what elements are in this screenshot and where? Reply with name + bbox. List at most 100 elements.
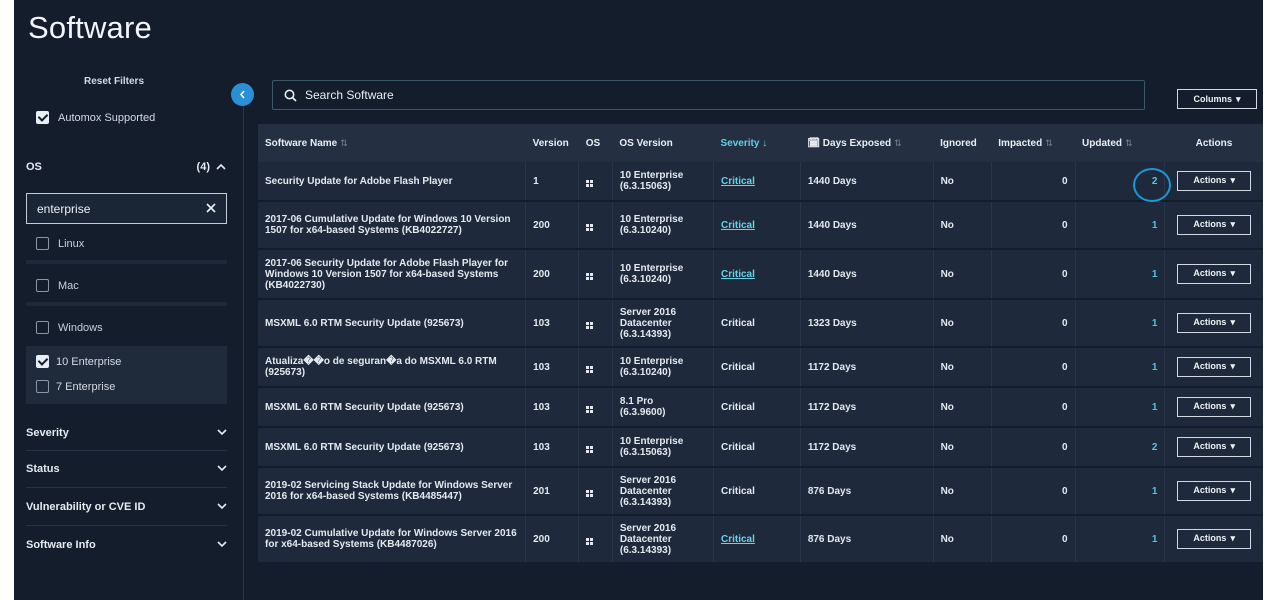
col-header-os-version[interactable]: OS Version <box>612 124 714 162</box>
filter-severity[interactable]: Severity <box>26 427 227 439</box>
actions-cell: Actions ▾ <box>1164 467 1263 516</box>
days-exposed-cell: 1172 Days <box>800 387 934 428</box>
updated-count-link[interactable]: 2 <box>1152 442 1158 453</box>
col-header-os[interactable]: OS <box>578 124 613 162</box>
software-table: Software Name ⇅ Version OS OS Version Sev… <box>258 124 1263 564</box>
updated-cell: 1 <box>1075 347 1166 388</box>
version-cell: 103 <box>525 427 580 468</box>
version-cell: 200 <box>525 201 580 250</box>
col-header-name[interactable]: Software Name ⇅ <box>258 124 526 162</box>
filter-status[interactable]: Status <box>26 463 227 475</box>
sub-option-10-enterprise[interactable]: 10 Enterprise <box>36 355 121 368</box>
os-filter-header[interactable]: OS (4) <box>26 161 226 173</box>
os-cell <box>578 515 613 564</box>
updated-count-link[interactable]: 1 <box>1152 486 1158 497</box>
os-option-linux[interactable]: Linux <box>36 237 84 250</box>
actions-button[interactable]: Actions ▾ <box>1177 481 1252 501</box>
mac-checkbox[interactable] <box>36 279 49 292</box>
filter-vulnerability[interactable]: Vulnerability or CVE ID <box>26 501 227 513</box>
updated-count-link[interactable]: 1 <box>1152 362 1158 373</box>
sub-option-label: 7 Enterprise <box>56 380 116 393</box>
caret-down-icon: ▾ <box>1230 268 1235 279</box>
updated-count-link[interactable]: 1 <box>1152 318 1158 329</box>
severity-link[interactable]: Critical <box>721 176 755 187</box>
windows-icon <box>586 446 594 453</box>
table-row[interactable]: 2019-02 Cumulative Update for Windows Se… <box>258 515 1263 564</box>
table-row[interactable]: MSXML 6.0 RTM Security Update (925673) 1… <box>258 299 1263 348</box>
actions-button[interactable]: Actions ▾ <box>1177 397 1252 417</box>
chevron-down-icon <box>217 539 227 551</box>
columns-button[interactable]: Columns ▾ <box>1177 89 1257 109</box>
col-header-updated[interactable]: Updated ⇅ <box>1075 124 1165 162</box>
days-exposed-cell: 1323 Days <box>800 299 934 348</box>
updated-count-link[interactable]: 1 <box>1152 534 1158 545</box>
reset-filters-link[interactable]: Reset Filters <box>14 76 214 87</box>
actions-label: Actions <box>1193 361 1227 372</box>
days-exposed-cell: 1172 Days <box>800 347 934 388</box>
software-name-cell: 2019-02 Servicing Stack Update for Windo… <box>258 467 527 516</box>
sub-option-7-enterprise[interactable]: 7 Enterprise <box>36 380 115 393</box>
os-version-cell: Server 2016 Datacenter (6.3.14393) <box>612 299 715 348</box>
actions-button[interactable]: Actions ▾ <box>1177 313 1252 333</box>
table-row[interactable]: 2017-06 Security Update for Adobe Flash … <box>258 249 1263 300</box>
actions-cell: Actions ▾ <box>1164 387 1263 428</box>
actions-button[interactable]: Actions ▾ <box>1177 437 1252 457</box>
automox-supported-checkbox[interactable] <box>36 111 49 124</box>
version-cell: 1 <box>525 162 580 202</box>
col-header-ignored[interactable]: Ignored <box>933 124 992 162</box>
col-header-impacted[interactable]: Impacted ⇅ <box>991 124 1076 162</box>
chevron-up-icon <box>216 161 226 173</box>
caret-down-icon: ▾ <box>1230 361 1235 372</box>
impacted-cell: 0 <box>991 467 1076 516</box>
software-name-cell: MSXML 6.0 RTM Security Update (925673) <box>258 427 527 468</box>
table-row[interactable]: MSXML 6.0 RTM Security Update (925673) 1… <box>258 427 1263 468</box>
table-row[interactable]: 2017-06 Cumulative Update for Windows 10… <box>258 201 1263 250</box>
updated-count-link[interactable]: 1 <box>1152 402 1158 413</box>
software-name-cell: 2019-02 Cumulative Update for Windows Se… <box>258 515 527 564</box>
col-header-days-exposed[interactable]: 🗓 Days Exposed ⇅ <box>800 124 934 162</box>
ignored-cell: No <box>933 299 992 348</box>
ignored-cell: No <box>933 201 992 250</box>
updated-count-link[interactable]: 1 <box>1152 269 1158 280</box>
windows-checkbox[interactable] <box>36 321 49 334</box>
severity-link[interactable]: Critical <box>721 534 755 545</box>
10-enterprise-checkbox[interactable] <box>36 355 49 368</box>
software-search-input[interactable]: Search Software <box>272 80 1145 110</box>
clear-icon[interactable] <box>206 202 216 216</box>
os-option-windows[interactable]: Windows <box>36 321 103 334</box>
os-version-cell: 10 Enterprise (6.3.10240) <box>612 347 715 388</box>
chevron-down-icon <box>217 427 227 439</box>
days-exposed-cell: 1440 Days <box>800 201 934 250</box>
table-row[interactable]: Security Update for Adobe Flash Player 1… <box>258 162 1263 202</box>
impacted-cell: 0 <box>991 201 1076 250</box>
7-enterprise-checkbox[interactable] <box>36 380 49 393</box>
linux-checkbox[interactable] <box>36 237 49 250</box>
actions-button[interactable]: Actions ▾ <box>1177 529 1252 549</box>
table-row[interactable]: 2019-02 Servicing Stack Update for Windo… <box>258 467 1263 516</box>
windows-icon <box>586 366 594 373</box>
os-search-input[interactable]: enterprise <box>26 193 227 224</box>
severity-link[interactable]: Critical <box>721 269 755 280</box>
actions-button[interactable]: Actions ▾ <box>1177 264 1252 284</box>
os-filter-count: (4) <box>196 161 210 173</box>
os-option-label: Mac <box>58 279 79 292</box>
severity-value: Critical <box>721 485 755 497</box>
os-option-mac[interactable]: Mac <box>36 279 79 292</box>
col-header-version[interactable]: Version <box>525 124 579 162</box>
actions-label: Actions <box>1193 219 1227 230</box>
col-header-actions: Actions <box>1164 124 1263 162</box>
automox-supported-filter[interactable]: Automox Supported <box>36 111 155 124</box>
filter-software-info[interactable]: Software Info <box>26 539 227 551</box>
actions-button[interactable]: Actions ▾ <box>1177 357 1252 377</box>
caret-down-icon: ▾ <box>1230 485 1235 496</box>
updated-count-link[interactable]: 1 <box>1152 220 1158 231</box>
updated-cell: 2 <box>1075 427 1166 468</box>
table-row[interactable]: Atualiza��o de seguran�a do MSXML 6.0 RT… <box>258 347 1263 388</box>
actions-button[interactable]: Actions ▾ <box>1177 215 1252 235</box>
col-header-severity[interactable]: Severity ↓ <box>713 124 801 162</box>
table-row[interactable]: MSXML 6.0 RTM Security Update (925673) 1… <box>258 387 1263 428</box>
severity-value: Critical <box>721 317 755 329</box>
actions-button[interactable]: Actions ▾ <box>1177 171 1252 191</box>
collapse-sidebar-button[interactable] <box>231 83 254 106</box>
severity-link[interactable]: Critical <box>721 220 755 231</box>
